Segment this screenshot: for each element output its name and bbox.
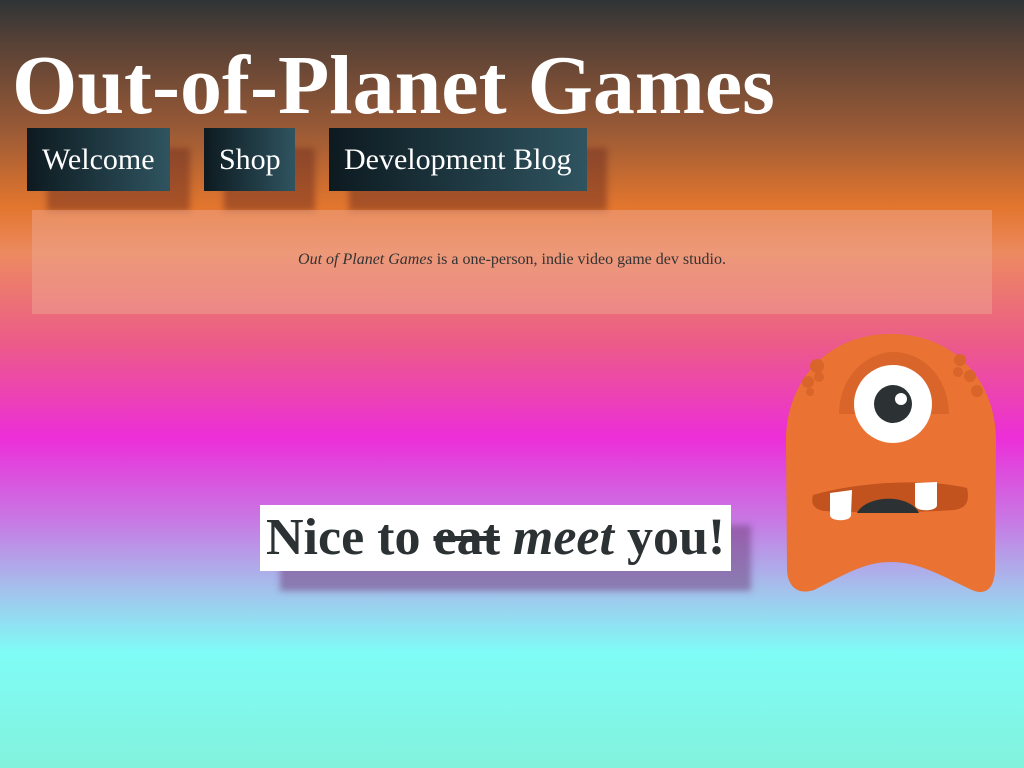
greeting-part2: you! <box>613 509 726 567</box>
greeting-heading: Nice to eat meet you! <box>260 505 732 572</box>
studio-name: Out of Planet Games <box>298 251 433 268</box>
nav-welcome[interactable]: Welcome <box>27 128 170 191</box>
main-nav: Welcome Shop Development Blog <box>0 128 1024 192</box>
nav-development-blog[interactable]: Development Blog <box>329 128 587 191</box>
site-title: Out-of-Planet Games <box>12 39 775 132</box>
intro-panel: Out of Planet Games is a one-person, ind… <box>32 210 992 314</box>
studio-description: is a one-person, indie video game dev st… <box>432 251 726 268</box>
greeting-part1: Nice to <box>266 509 434 567</box>
monster-mascot-icon <box>786 334 996 592</box>
nav-shop[interactable]: Shop <box>204 128 295 191</box>
greeting-emphasis: meet <box>512 509 614 567</box>
greeting-struck-word: eat <box>433 509 500 567</box>
